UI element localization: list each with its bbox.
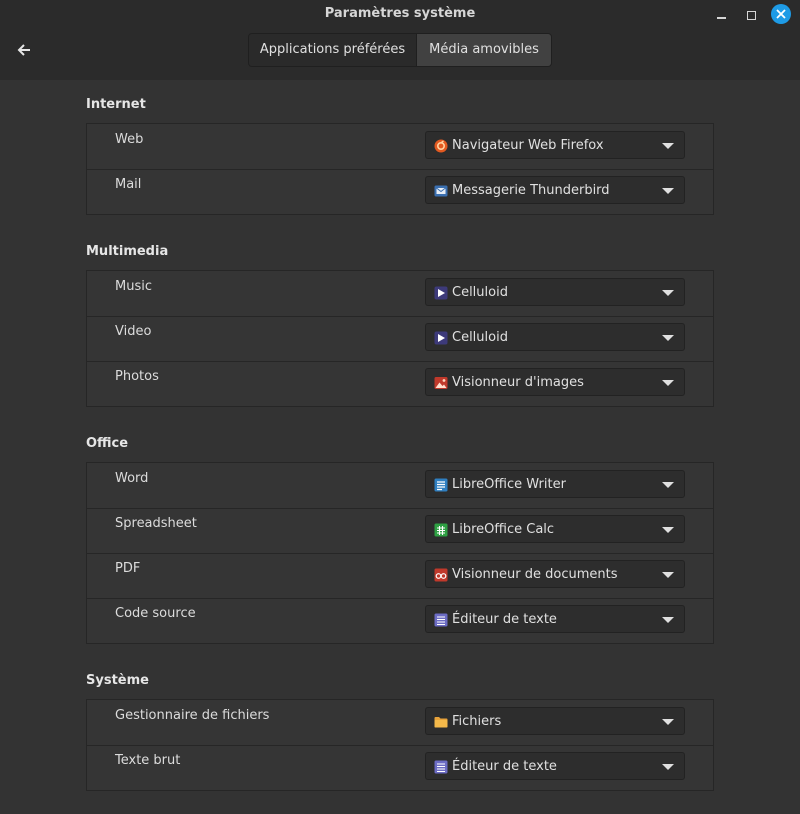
row-label: Texte brut [115, 753, 181, 768]
app-dropdown[interactable]: Fichiers [425, 707, 685, 735]
settings-row: Mail Messagerie Thunderbird [87, 169, 713, 214]
maximize-icon [746, 10, 756, 20]
tab-preferred-applications[interactable]: Applications préférées [249, 34, 417, 66]
settings-group: Music Celluloid Video Celluloid Photos Vision… [86, 270, 714, 407]
chevron-down-icon [662, 188, 674, 194]
app-dropdown[interactable]: Visionneur de documents [425, 560, 685, 588]
settings-row: Gestionnaire de fichiers Fichiers [87, 700, 713, 745]
dropdown-value: LibreOffice Writer [452, 477, 566, 492]
settings-group: Word LibreOffice Writer Spreadsheet LibreOf… [86, 462, 714, 644]
dropdown-value: Celluloid [452, 330, 508, 345]
row-label: Music [115, 279, 152, 294]
minimize-icon [716, 17, 726, 19]
chevron-down-icon [662, 380, 674, 386]
dropdown-value: LibreOffice Calc [452, 522, 555, 537]
row-label: Video [115, 324, 152, 339]
close-icon [776, 9, 786, 19]
dropdown-value: Fichiers [452, 714, 502, 729]
row-label: Code source [115, 606, 196, 621]
chevron-down-icon [662, 482, 674, 488]
row-label: Word [115, 471, 149, 486]
close-button[interactable] [771, 4, 791, 24]
app-dropdown[interactable]: Navigateur Web Firefox [425, 131, 685, 159]
settings-row: Code source Éditeur de texte [87, 598, 713, 643]
document-viewer-icon [434, 567, 448, 582]
dropdown-value: Visionneur d'images [452, 375, 584, 390]
dropdown-value: Éditeur de texte [452, 612, 557, 627]
thunderbird-icon [434, 183, 448, 197]
maximize-button[interactable] [742, 6, 760, 24]
title-bar: Paramètres système Applications préférée… [0, 0, 800, 80]
chevron-down-icon [662, 572, 674, 578]
celluloid-icon [434, 285, 448, 300]
app-dropdown[interactable]: Éditeur de texte [425, 752, 685, 780]
app-dropdown[interactable]: Celluloid [425, 323, 685, 351]
tab-removable-media[interactable]: Média amovibles [417, 34, 551, 66]
section-title-internet: Internet [86, 97, 146, 112]
app-dropdown[interactable]: Celluloid [425, 278, 685, 306]
dropdown-value: Visionneur de documents [452, 567, 618, 582]
dropdown-value: Celluloid [452, 285, 508, 300]
settings-group: Web Navigateur Web Firefox Mail Messagerie … [86, 123, 714, 215]
row-label: PDF [115, 561, 141, 576]
chevron-down-icon [662, 290, 674, 296]
chevron-down-icon [662, 719, 674, 725]
celluloid-icon [434, 330, 448, 345]
text-editor-icon [434, 612, 448, 627]
calc-icon [434, 522, 448, 537]
section-title-multimedia: Multimedia [86, 244, 169, 259]
app-dropdown[interactable]: LibreOffice Writer [425, 470, 685, 498]
settings-row: Word LibreOffice Writer [87, 463, 713, 508]
chevron-down-icon [662, 143, 674, 149]
settings-row: Spreadsheet LibreOffice Calc [87, 508, 713, 553]
back-arrow-icon [17, 44, 30, 56]
dropdown-value: Messagerie Thunderbird [452, 183, 610, 198]
row-label: Gestionnaire de fichiers [115, 708, 270, 723]
section-title-office: Office [86, 436, 129, 451]
settings-row: Texte brut Éditeur de texte [87, 745, 713, 790]
writer-icon [434, 477, 448, 492]
tab-bar: Applications préférées Média amovibles [248, 33, 552, 67]
row-label: Spreadsheet [115, 516, 197, 531]
section-title-systme: Système [86, 673, 149, 688]
dropdown-value: Navigateur Web Firefox [452, 138, 604, 153]
row-label: Web [115, 132, 144, 147]
chevron-down-icon [662, 335, 674, 341]
row-label: Photos [115, 369, 159, 384]
settings-group: Gestionnaire de fichiers Fichiers Texte br… [86, 699, 714, 791]
app-dropdown[interactable]: Messagerie Thunderbird [425, 176, 685, 204]
app-dropdown[interactable]: LibreOffice Calc [425, 515, 685, 543]
chevron-down-icon [662, 617, 674, 623]
settings-row: PDF Visionneur de documents [87, 553, 713, 598]
firefox-icon [434, 138, 448, 153]
chevron-down-icon [662, 764, 674, 770]
settings-row: Music Celluloid [87, 271, 713, 316]
chevron-down-icon [662, 527, 674, 533]
text-editor-icon [434, 759, 448, 774]
row-label: Mail [115, 177, 142, 192]
settings-row: Photos Visionneur d'images [87, 361, 713, 406]
minimize-button[interactable] [712, 6, 730, 24]
window-title: Paramètres système [324, 6, 476, 21]
app-dropdown[interactable]: Visionneur d'images [425, 368, 685, 396]
app-dropdown[interactable]: Éditeur de texte [425, 605, 685, 633]
back-button[interactable] [12, 38, 36, 62]
folder-icon [434, 714, 448, 728]
settings-row: Video Celluloid [87, 316, 713, 361]
settings-row: Web Navigateur Web Firefox [87, 124, 713, 169]
image-viewer-icon [434, 375, 448, 389]
dropdown-value: Éditeur de texte [452, 759, 557, 774]
